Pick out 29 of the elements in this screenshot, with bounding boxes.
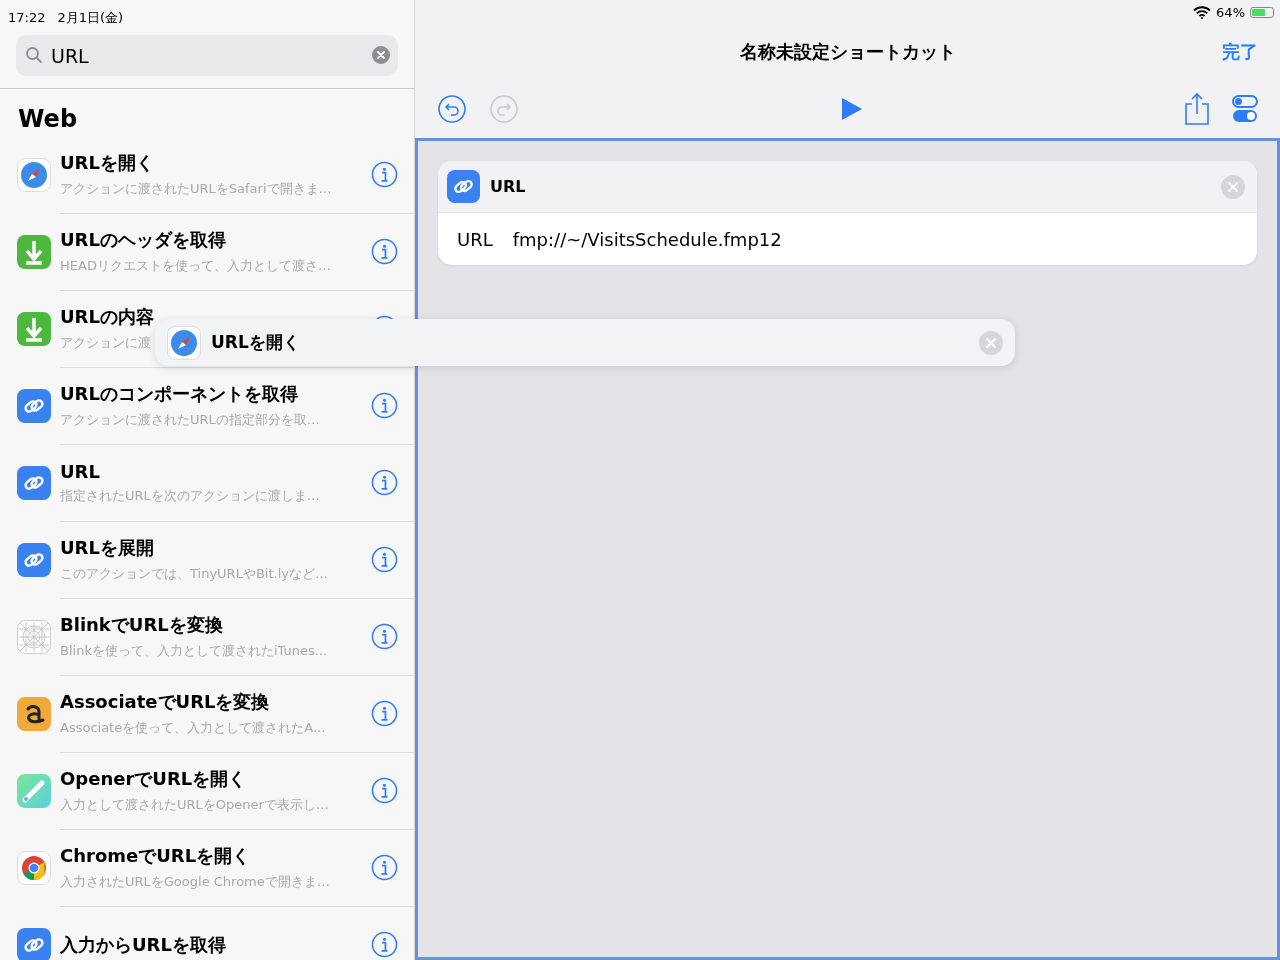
action-title: AssociateでURLを変換 (60, 690, 270, 714)
parameter-label: URL (457, 228, 493, 250)
action-description: 指定されたURLを次のアクションに渡しま… (60, 486, 320, 505)
action-title: BlinkでURLを変換 (60, 613, 223, 637)
action-title: 入力からURLを取得 (60, 932, 226, 957)
action-title: URLを開く (60, 151, 154, 175)
section-heading: Web (17, 104, 79, 135)
action-description: アクションに渡されたURLをSafariで開きま… (60, 180, 332, 198)
action-description: このアクションでは、TinyURLやBit.lyなど… (60, 565, 328, 583)
status-date: 2月1日(金) (57, 8, 124, 27)
action-description: アクションに渡 (60, 334, 151, 352)
action-description: アクションに渡されたURLの指定部分を取… (60, 411, 320, 429)
action-title: OpenerでURLを開く (60, 767, 247, 791)
action-title: URLのコンポーネントを取得 (60, 382, 298, 406)
action-title: URLの内容 (60, 305, 154, 329)
shortcut-title: 名称未設定ショートカット (739, 40, 956, 64)
action-description: 入力として渡されたURLをOpenerで表示し… (60, 796, 329, 814)
action-title: URLを展開 (60, 536, 154, 560)
dragged-action-title: URLを開く (211, 331, 301, 354)
action-title: ChromeでURLを開く (60, 844, 251, 868)
action-title: URLのヘッダを取得 (60, 228, 226, 252)
action-title: URL (60, 460, 100, 482)
status-time: 17:22 (8, 10, 46, 25)
action-description: 入力されたURLをGoogle Chromeで開きま… (60, 873, 330, 891)
block-title: URL (490, 177, 527, 196)
action-description: Blinkを使って、入力として渡されたiTunes... (60, 642, 328, 660)
action-description: HEADリクエストを使って、入力として渡さ… (60, 257, 331, 275)
action-description: Associateを使って、入力として渡されたA... (60, 719, 326, 737)
battery-percent: 64% (1216, 4, 1245, 20)
